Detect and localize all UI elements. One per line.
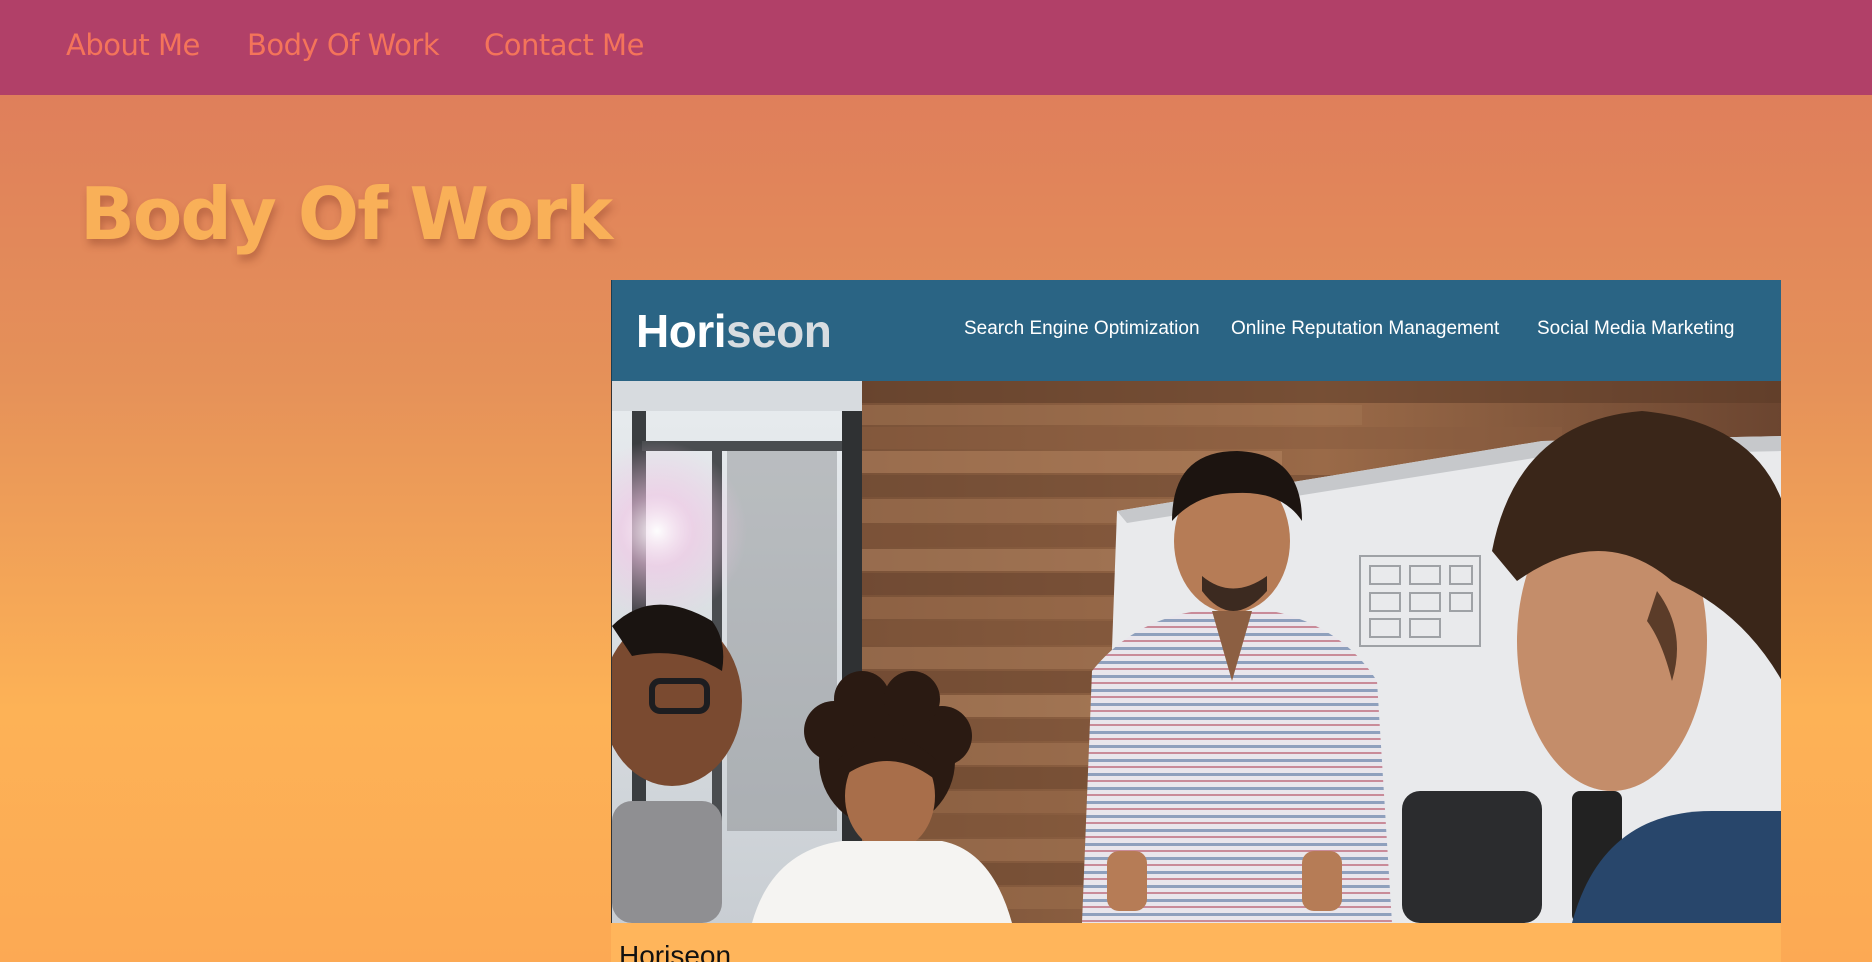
nav-link-body-of-work[interactable]: Body Of Work: [247, 28, 440, 62]
logo-text-secondary: seon: [726, 305, 832, 357]
logo-text-primary: Hori: [636, 305, 727, 357]
nav-link-contact-me[interactable]: Contact Me: [484, 28, 644, 62]
office-meeting-illustration: [612, 381, 1781, 923]
project-title: Horiseon: [619, 940, 732, 962]
project-screenshot-header: Horiseon Search Engine Optimization Onli…: [611, 280, 1781, 381]
project-logo: Horiseon: [636, 304, 832, 358]
nav-link-about-me[interactable]: About Me: [66, 28, 200, 62]
project-hero-image: [611, 381, 1781, 923]
top-nav: About Me Body Of Work Contact Me: [0, 0, 1872, 95]
project-nav-smm: Social Media Marketing: [1537, 318, 1735, 339]
project-nav-orm: Online Reputation Management: [1231, 318, 1500, 339]
section-title: Body Of Work: [80, 172, 613, 256]
project-card-horiseon[interactable]: Horiseon Search Engine Optimization Onli…: [611, 280, 1781, 962]
project-nav-seo: Search Engine Optimization: [964, 318, 1200, 339]
